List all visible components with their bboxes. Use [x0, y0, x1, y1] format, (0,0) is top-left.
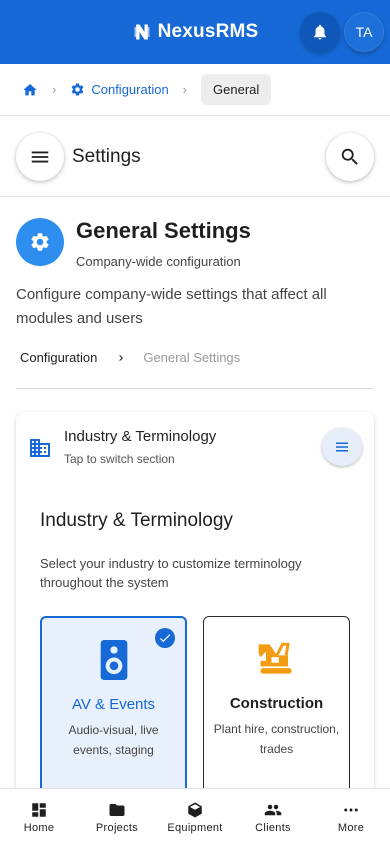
nav-label: Projects [95, 822, 139, 834]
brand[interactable]: NexusRMS [132, 21, 259, 43]
section-header: General Settings Company-wide configurat… [16, 218, 251, 269]
switch-section-button[interactable] [322, 428, 362, 466]
app-root: NexusRMS TA › Configuration › General Se… [0, 0, 390, 844]
nav-label: Equipment [167, 822, 223, 834]
nav-label: Home [23, 822, 55, 834]
section-title: General Settings [76, 218, 251, 243]
inner-breadcrumb-current: General Settings [143, 350, 241, 365]
option-title: Construction [229, 695, 324, 712]
industry-card: Industry & Terminology Tap to switch sec… [16, 412, 374, 832]
industry-option-av-events[interactable]: AV & Events Audio-visual, live events, s… [40, 616, 187, 806]
bottom-navigation: Home Projects Equipment Clients More [0, 788, 390, 844]
option-title: AV & Events [71, 696, 156, 713]
list-icon [336, 442, 348, 452]
notifications-button[interactable] [300, 12, 340, 52]
inner-breadcrumb-configuration[interactable]: Configuration [20, 350, 97, 365]
brand-logo-icon [134, 24, 150, 40]
bell-icon [314, 24, 326, 40]
industry-section-title: Industry & Terminology [40, 510, 233, 531]
nav-projects[interactable]: Projects [78, 789, 156, 844]
option-description: Audio-visual, live events, staging [68, 723, 159, 757]
breadcrumb-home[interactable] [22, 82, 38, 98]
speaker-icon [42, 638, 185, 682]
page-title: Settings [72, 146, 141, 167]
nav-equipment[interactable]: Equipment [156, 789, 234, 844]
industry-option-construction[interactable]: Construction Plant hire, construction, t… [203, 616, 350, 806]
excavator-icon [204, 637, 349, 681]
card-title: Industry & Terminology [64, 428, 217, 445]
page-description: Configure company-wide settings that aff… [16, 286, 327, 327]
avatar[interactable]: TA [344, 12, 384, 52]
more-icon [344, 808, 358, 812]
nav-label: Clients [255, 822, 291, 834]
card-header[interactable]: Industry & Terminology Tap to switch sec… [16, 412, 374, 480]
industry-section-description: Select your industry to customize termin… [40, 556, 302, 590]
divider [16, 388, 374, 389]
dashboard-icon [32, 803, 46, 817]
gear-icon [31, 233, 49, 251]
gear-icon [72, 83, 84, 96]
breadcrumb-current: General [201, 74, 272, 105]
nav-home[interactable]: Home [0, 789, 78, 844]
people-icon [264, 804, 282, 816]
chevron-right-icon: › [182, 82, 188, 97]
search-icon [341, 148, 358, 165]
breadcrumb-label: Configuration [91, 82, 169, 97]
option-description: Plant hire, construction, trades [213, 722, 340, 756]
card-subtitle: Tap to switch section [64, 452, 175, 466]
settings-header: Settings [0, 117, 390, 197]
brand-name: NexusRMS [157, 21, 259, 42]
box-icon [188, 802, 202, 818]
breadcrumb-configuration[interactable]: Configuration [70, 82, 169, 97]
home-icon [23, 83, 37, 95]
hamburger-icon [31, 151, 49, 163]
search-button[interactable] [326, 133, 374, 181]
building-icon [30, 439, 50, 457]
chevron-right-icon [115, 352, 127, 364]
section-header-text: General Settings Company-wide configurat… [76, 218, 251, 269]
inner-breadcrumb: Configuration General Settings [20, 350, 240, 365]
nav-clients[interactable]: Clients [234, 789, 312, 844]
top-app-bar: NexusRMS TA [0, 0, 390, 64]
section-subtitle: Company-wide configuration [76, 254, 241, 269]
folder-icon [109, 804, 125, 816]
nav-more[interactable]: More [312, 789, 390, 844]
chevron-right-icon: › [52, 82, 57, 97]
menu-button[interactable] [16, 133, 64, 181]
settings-badge [16, 218, 64, 266]
breadcrumb: › Configuration › General [0, 64, 390, 116]
nav-label: More [337, 822, 365, 834]
